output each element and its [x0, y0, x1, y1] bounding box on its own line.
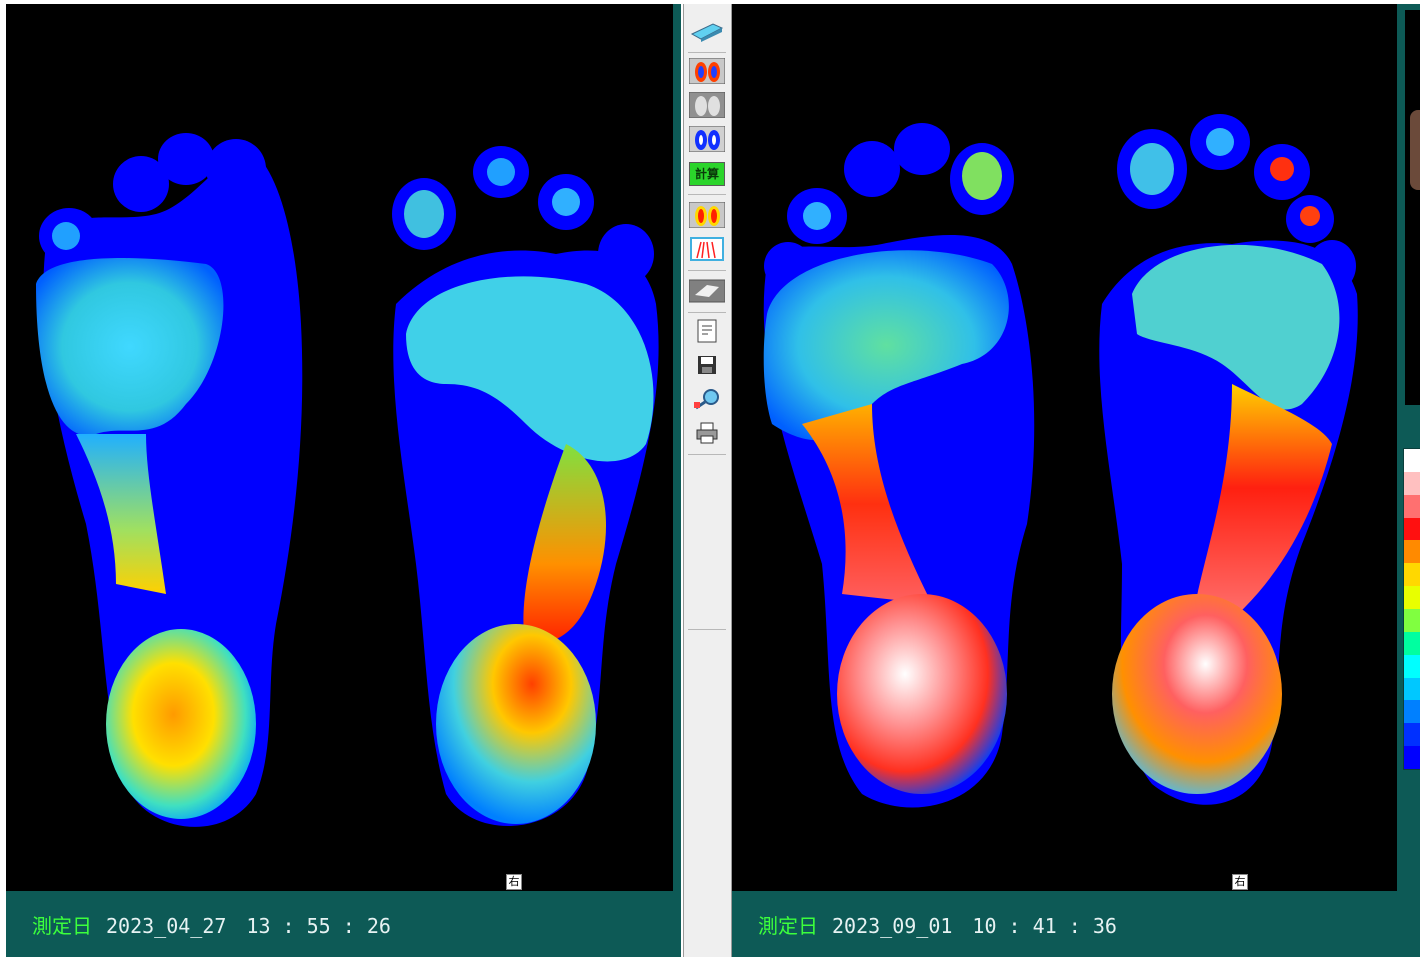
- scale-swatch-9: [1404, 654, 1420, 678]
- scale-swatch-10: [1404, 677, 1420, 701]
- pressure-feet-icon: [689, 202, 725, 228]
- left-foot-1: [36, 133, 303, 827]
- foot-lines-button[interactable]: [689, 236, 725, 262]
- report-icon: [697, 319, 717, 343]
- color-feet-icon: [689, 58, 725, 84]
- foot-lines-icon: [690, 237, 724, 261]
- left-pressure-image[interactable]: 右: [6, 4, 673, 891]
- scale-swatch-0: [1404, 449, 1420, 472]
- calc-icon: 計算: [689, 162, 725, 186]
- gray-feet-icon: [689, 92, 725, 118]
- scale-swatch-11: [1404, 700, 1420, 724]
- eraser-button[interactable]: [689, 278, 725, 304]
- right-date-bar: 測定日 2023_09_01 10 : 41 : 36: [732, 891, 1397, 957]
- calc-button[interactable]: 計算: [689, 161, 725, 187]
- scale-swatch-5: [1404, 563, 1420, 587]
- save-button[interactable]: [689, 352, 725, 378]
- scanner-button[interactable]: [689, 18, 725, 44]
- scale-swatch-2: [1404, 494, 1420, 518]
- left-side-indicator: 右: [506, 874, 522, 890]
- scanner-icon: [690, 23, 724, 42]
- scale-swatch-1: [1404, 471, 1420, 495]
- vertical-toolbar: 計算: [683, 4, 732, 957]
- right-foot-1: [763, 123, 1035, 808]
- print-button[interactable]: [689, 420, 725, 446]
- left-date-value: 2023_04_27 13 : 55 : 26: [106, 913, 391, 938]
- photo-preview: [1405, 10, 1420, 405]
- right-date-label: 測定日: [758, 913, 818, 938]
- right-scan-panel: 右 測定日 2023_09_01 10 : 41 : 36: [732, 4, 1397, 957]
- left-scan-panel: 右 測定日 2023_04_27 13 : 55 : 26: [6, 4, 681, 957]
- pressure-feet-button[interactable]: [689, 202, 725, 228]
- left-date-label: 測定日: [32, 913, 92, 938]
- print-icon: [696, 422, 718, 444]
- right-date-value: 2023_09_01 10 : 41 : 36: [832, 913, 1117, 938]
- left-date-bar: 測定日 2023_04_27 13 : 55 : 26: [6, 891, 681, 957]
- scale-swatch-12: [1404, 723, 1420, 747]
- right-foot-2: [1099, 114, 1358, 805]
- color-feet-button[interactable]: [689, 58, 725, 84]
- right-side-indicator: 右: [1232, 874, 1248, 890]
- photo-thumbnail: [1410, 110, 1420, 190]
- scale-swatch-3: [1404, 517, 1420, 541]
- zoom-button[interactable]: [689, 386, 725, 412]
- report-button[interactable]: [689, 318, 725, 344]
- scale-swatch-6: [1404, 586, 1420, 610]
- zoom-icon: [694, 389, 719, 410]
- gray-feet-button[interactable]: [689, 92, 725, 118]
- pressure-color-scale: [1403, 448, 1420, 770]
- scale-swatch-13: [1404, 746, 1420, 770]
- save-icon: [698, 356, 716, 374]
- left-foot-2: [392, 146, 659, 827]
- blue-feet-button[interactable]: [689, 126, 725, 152]
- scale-swatch-7: [1404, 609, 1420, 632]
- blue-feet-icon: [689, 126, 725, 152]
- eraser-icon: [689, 279, 725, 303]
- scale-swatch-4: [1404, 540, 1420, 564]
- scale-swatch-8: [1404, 631, 1420, 655]
- right-pressure-image[interactable]: 右: [732, 4, 1397, 891]
